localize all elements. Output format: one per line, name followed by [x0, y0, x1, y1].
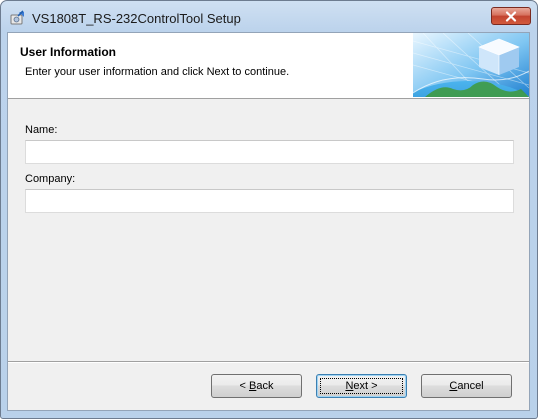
setup-window: VS1808T_RS-232ControlTool Setup User Inf… — [0, 0, 538, 419]
dialog-client: User Information Enter your user informa… — [7, 32, 530, 411]
window-title: VS1808T_RS-232ControlTool Setup — [32, 11, 241, 26]
close-button[interactable] — [491, 7, 531, 25]
cancel-button[interactable]: Cancel — [421, 374, 512, 398]
cube-globe-banner-art — [413, 33, 529, 97]
back-button-label: < Back — [239, 380, 274, 392]
name-field[interactable] — [25, 140, 514, 164]
page-title: User Information — [20, 45, 117, 59]
footer-divider — [8, 361, 529, 363]
back-button[interactable]: < Back — [211, 374, 302, 398]
close-icon — [505, 11, 517, 22]
company-field[interactable] — [25, 189, 514, 213]
title-bar[interactable]: VS1808T_RS-232ControlTool Setup — [1, 1, 537, 33]
next-button[interactable]: Next > — [316, 374, 407, 398]
name-label: Name: — [25, 124, 58, 136]
cancel-button-label: Cancel — [449, 380, 484, 392]
focus-ring — [320, 378, 403, 394]
installer-icon — [10, 10, 24, 25]
company-label: Company: — [25, 173, 76, 185]
page-subtitle: Enter your user information and click Ne… — [25, 66, 290, 78]
header-banner: User Information Enter your user informa… — [8, 33, 529, 99]
